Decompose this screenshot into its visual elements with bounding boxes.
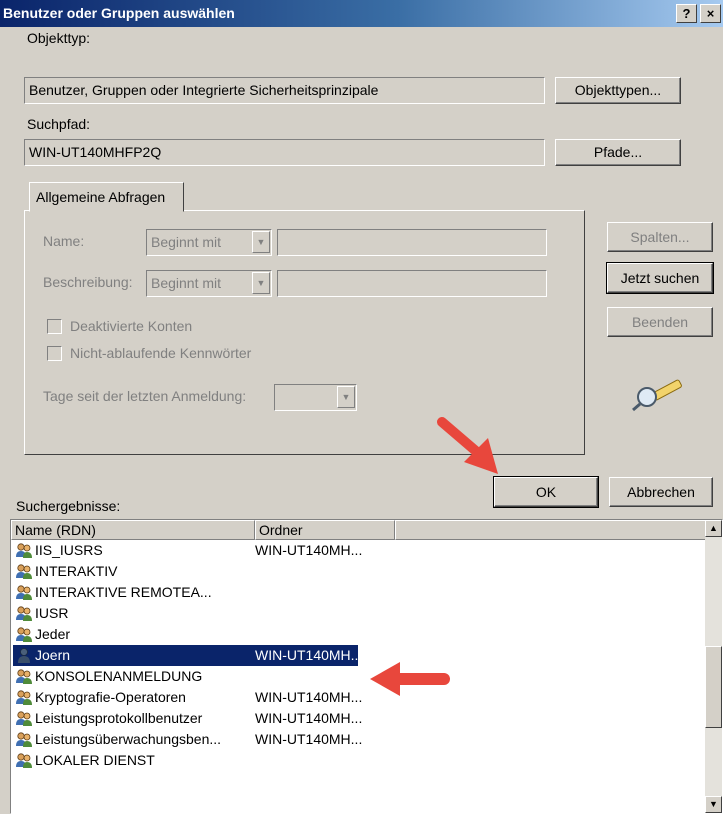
row-name: Leistungsprotokollbenutzer [35,710,203,726]
scroll-thumb[interactable] [705,646,722,728]
object-types-button[interactable]: Objekttypen... [555,77,681,104]
row-name: Jeder [35,626,71,642]
row-folder: WIN-UT140MH... [255,689,363,705]
column-header-empty [395,520,707,540]
group-icon [15,542,33,559]
row-name: IIS_IUSRS [35,542,103,558]
chevron-down-icon: ▼ [337,386,355,408]
table-row[interactable]: IIS_IUSRS WIN-UT140MH... [13,540,362,561]
row-name: Leistungsüberwachungsben... [35,731,222,747]
name-mode-value: Beginnt mit [151,234,222,250]
non-expiring-passwords-label: Nicht-ablaufende Kennwörter [70,345,252,361]
search-icon [632,379,682,412]
user-icon [15,647,33,664]
row-folder: WIN-UT140MH... [255,731,363,747]
table-row[interactable]: Leistungsprotokollbenutzer WIN-UT140MH... [13,708,362,729]
description-mode-select[interactable]: Beginnt mit ▼ [146,270,272,297]
row-name: KONSOLENANMELDUNG [35,668,203,684]
description-input[interactable] [277,270,547,297]
chevron-down-icon: ▼ [252,231,270,253]
row-name: IUSR [35,605,69,621]
annotation-arrow-ok-icon [437,417,498,474]
name-mode-select[interactable]: Beginnt mit ▼ [146,229,272,256]
row-name: INTERAKTIVE REMOTEA... [35,584,212,600]
group-icon [15,626,33,643]
search-path-label: Suchpfad: [27,116,91,132]
scroll-down-button[interactable]: ▼ [705,796,722,813]
column-header-name[interactable]: Name (RDN) [11,520,255,540]
window-title: Benutzer oder Gruppen auswählen [3,5,235,21]
table-row[interactable]: INTERAKTIV [13,561,358,582]
results-scrollbar[interactable]: ▲ ▼ [705,520,722,813]
stop-button[interactable]: Beenden [607,307,713,337]
group-icon [15,731,33,748]
description-label: Beschreibung: [43,274,133,290]
ok-button[interactable]: OK [493,476,599,508]
tab-common-queries[interactable]: Allgemeine Abfragen [29,182,184,212]
table-row[interactable]: INTERAKTIVE REMOTEA... [13,582,358,603]
row-folder: WIN-UT140MH... [255,647,363,663]
table-row[interactable]: Leistungsüberwachungsben... WIN-UT140MH..… [13,729,362,750]
row-name: INTERAKTIV [35,563,118,579]
table-row[interactable]: KONSOLENANMELDUNG [13,666,358,687]
row-name: LOKALER DIENST [35,752,155,768]
row-folder: WIN-UT140MH... [255,710,363,726]
row-name: Joern [35,647,71,663]
table-row[interactable]: Jeder [13,624,358,645]
chevron-down-icon: ▼ [252,272,270,294]
name-label: Name: [43,233,85,249]
results-label: Suchergebnisse: [16,498,121,514]
days-since-login-select[interactable]: ▼ [274,384,357,411]
disabled-accounts-label: Deaktivierte Konten [70,318,193,334]
table-row[interactable]: Kryptografie-Operatoren WIN-UT140MH... [13,687,362,708]
title-bar: Benutzer oder Gruppen auswählen ? × [0,0,723,27]
column-header-folder[interactable]: Ordner [255,520,395,540]
row-folder: WIN-UT140MH... [255,542,363,558]
object-type-label: Objekttyp: [27,30,91,46]
group-icon [15,710,33,727]
group-icon [15,563,33,580]
table-row[interactable]: Joern WIN-UT140MH... [13,645,362,666]
annotation-arrow-joern-icon [370,662,450,696]
close-button[interactable]: × [700,4,721,23]
name-input[interactable] [277,229,547,256]
description-mode-value: Beginnt mit [151,275,222,291]
table-row[interactable]: IUSR [13,603,358,624]
group-icon [15,584,33,601]
group-icon [15,752,33,769]
days-since-login-label: Tage seit der letzten Anmeldung: [43,388,247,404]
group-icon [15,668,33,685]
search-path-field: WIN-UT140MHFP2Q [24,139,545,166]
group-icon [15,605,33,622]
disabled-accounts-checkbox[interactable] [47,319,62,334]
help-button[interactable]: ? [676,4,697,23]
columns-button[interactable]: Spalten... [607,222,713,252]
cancel-button[interactable]: Abbrechen [609,477,713,507]
search-now-button[interactable]: Jetzt suchen [606,262,714,294]
paths-button[interactable]: Pfade... [555,139,681,166]
group-icon [15,689,33,706]
non-expiring-passwords-checkbox[interactable] [47,346,62,361]
object-type-field: Benutzer, Gruppen oder Integrierte Siche… [24,77,545,104]
row-name: Kryptografie-Operatoren [35,689,186,705]
table-row[interactable]: LOKALER DIENST [13,750,358,771]
scroll-up-button[interactable]: ▲ [705,520,722,537]
